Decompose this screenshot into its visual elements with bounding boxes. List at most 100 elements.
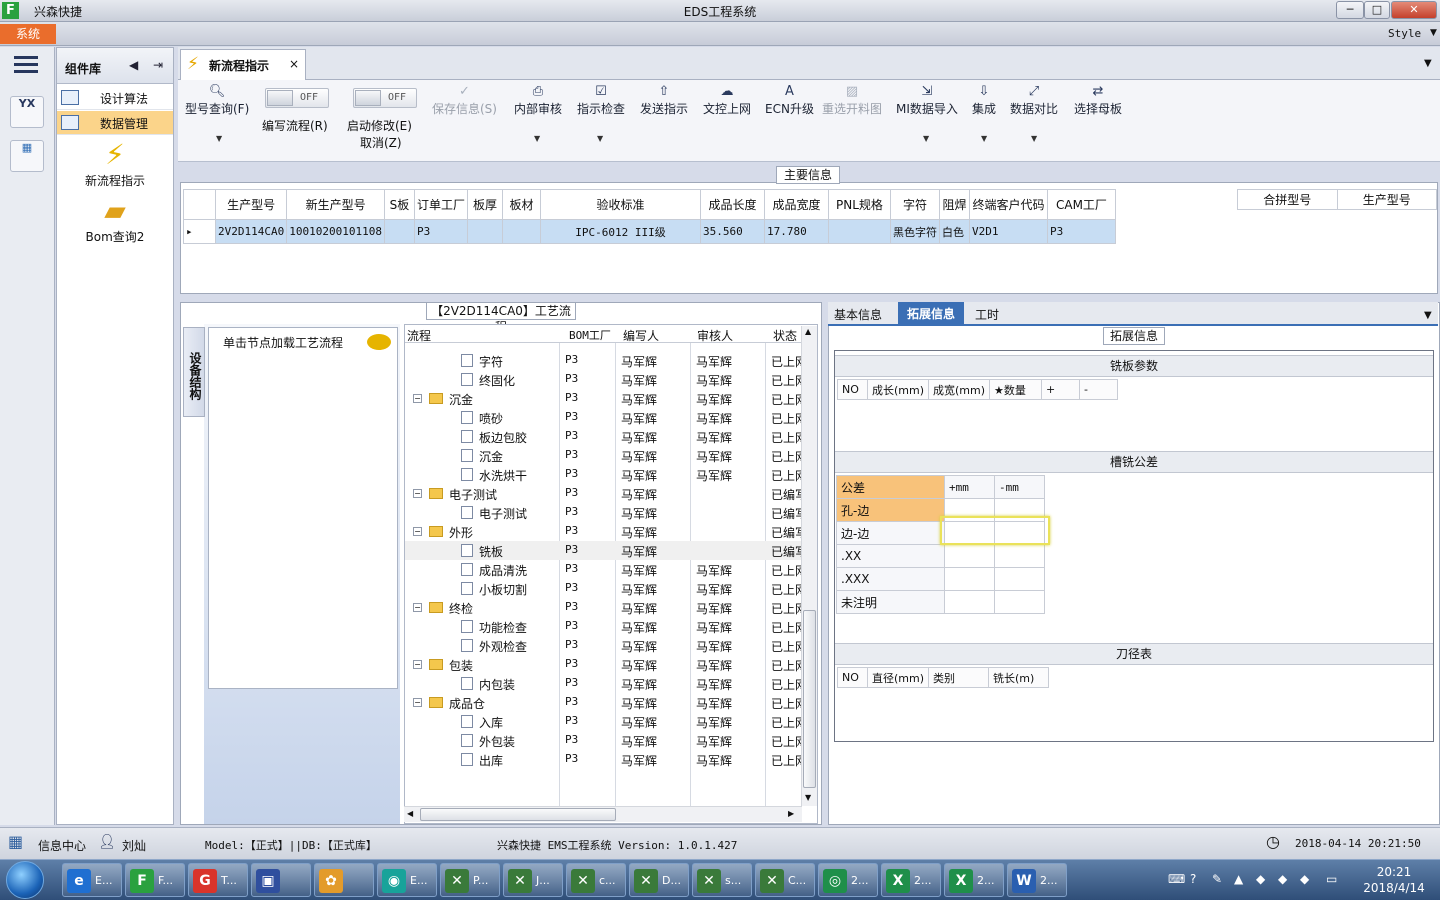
close-window-button[interactable]: ✕	[1391, 1, 1437, 19]
cancel-label[interactable]: 取消(Z)	[360, 134, 402, 151]
table-cell[interactable]: P3	[413, 219, 468, 244]
taskbar-button[interactable]: W 2...	[1007, 863, 1067, 897]
maximize-button[interactable]: □	[1364, 1, 1390, 19]
select-master-button[interactable]: ⇄ 选择母板	[1074, 84, 1122, 117]
table-cell[interactable]: 黑色字符	[889, 219, 940, 244]
hamburger-menu-icon[interactable]	[14, 56, 38, 74]
model-query-button[interactable]: 🔍︎ 型号查询(F)	[185, 84, 249, 117]
process-tree-row[interactable]: 终固化 P3 马军辉 马军辉 已上网	[405, 370, 803, 389]
send-instruction-button[interactable]: ⇧ 发送指示	[640, 84, 688, 117]
save-info-button[interactable]: ✓ 保存信息(S)	[432, 84, 497, 117]
column-header[interactable]: 订单工厂	[413, 189, 468, 220]
taskbar-button[interactable]: ✕ C...	[755, 863, 815, 897]
mi-import-button[interactable]: ⇲ MI数据导入	[896, 84, 958, 117]
plus-tolerance-cell[interactable]	[944, 590, 995, 614]
taskbar-button[interactable]: F F...	[125, 863, 185, 897]
taskbar-button[interactable]: ✕ J...	[503, 863, 563, 897]
minimize-button[interactable]: ─	[1336, 1, 1364, 19]
table-cell[interactable]: IPC-6012 III级	[539, 219, 701, 244]
taskbar-button[interactable]: ✕ P...	[440, 863, 500, 897]
column-header[interactable]: 直径(mm)	[866, 667, 930, 688]
scroll-right-icon[interactable]: ▶	[788, 809, 794, 818]
taskbar-button[interactable]: X 2...	[944, 863, 1004, 897]
tab-equipment-structure[interactable]: 设备结构	[183, 327, 205, 417]
process-tree-row[interactable]: 外观检查 P3 马军辉 马军辉 已上网	[405, 636, 803, 655]
remove-row-button[interactable]: -	[1079, 379, 1119, 400]
collapse-node-icon[interactable]: −	[413, 698, 422, 707]
column-header[interactable]: S板	[383, 189, 415, 220]
collapse-node-icon[interactable]: −	[413, 394, 422, 403]
ecn-upgrade-button[interactable]: A ECN升级	[765, 84, 814, 117]
table-cell[interactable]	[501, 219, 541, 244]
taskbar-button[interactable]: ◉ E...	[377, 863, 437, 897]
table-row[interactable]: ▸ 2V2D114CA0 10010200101108 P3 IPC-6012 …	[183, 219, 1116, 244]
integrate-button[interactable]: ⇩ 集成	[972, 84, 996, 117]
pin-icon[interactable]: ⇥	[153, 58, 163, 72]
model-query-dropdown-icon[interactable]: ▼	[216, 134, 222, 143]
table-cell[interactable]: 2V2D114CA0	[214, 219, 288, 244]
tab-work-hours[interactable]: 工时	[975, 306, 999, 323]
taskbar-button[interactable]: ◎ 2...	[818, 863, 878, 897]
column-header[interactable]: 成品长度	[699, 189, 765, 220]
process-tree-row[interactable]: 板边包胶 P3 马军辉 马军辉 已上网	[405, 427, 803, 446]
info-center-link[interactable]: 信息中心	[38, 837, 86, 854]
process-tree-row[interactable]: 内包装 P3 马军辉 马军辉 已上网	[405, 674, 803, 693]
column-header[interactable]: 合拼型号	[1237, 189, 1338, 210]
help-icon[interactable]: ?	[1190, 872, 1196, 886]
mi-import-dropdown-icon[interactable]: ▼	[923, 134, 929, 143]
column-header[interactable]: 字符	[889, 189, 940, 220]
column-header[interactable]: PNL规格	[827, 189, 891, 220]
app-tray-icon[interactable]: ◆	[1300, 872, 1309, 886]
collapse-node-icon[interactable]: −	[413, 489, 422, 498]
column-header[interactable]: NO	[837, 379, 868, 400]
plus-tolerance-cell[interactable]	[944, 567, 995, 591]
table-cell[interactable]	[466, 219, 503, 244]
component-item-data-management[interactable]: 数据管理	[57, 111, 173, 135]
process-tree-row[interactable]: − 沉金 P3 马军辉 马军辉 已上网	[405, 389, 803, 408]
table-cell[interactable]: 17.780	[763, 219, 829, 244]
doc-upload-button[interactable]: ☁ 文控上网	[703, 84, 751, 117]
column-header[interactable]: 板材	[501, 189, 541, 220]
taskbar-button[interactable]: ✿	[314, 863, 374, 897]
process-tree-row[interactable]: − 电子测试 P3 马军辉 已编写	[405, 484, 803, 503]
process-tree-row[interactable]: 字符 P3 马军辉 马军辉 已上网	[405, 351, 803, 370]
tab-basic-info[interactable]: 基本信息	[834, 306, 882, 323]
process-tree-row[interactable]: 成品清洗 P3 马军辉 马军辉 已上网	[405, 560, 803, 579]
column-header[interactable]: 板厚	[466, 189, 503, 220]
enable-edit-toggle[interactable]: OFF	[353, 88, 417, 108]
table-cell[interactable]	[827, 219, 891, 244]
process-tree-row[interactable]: 外包装 P3 马军辉 马军辉 已上网	[405, 731, 803, 750]
process-tree-row[interactable]: 铣板 P3 马军辉 已编写	[405, 541, 803, 560]
column-header[interactable]: 状态	[773, 327, 797, 344]
process-tree-row[interactable]: 出库 P3 马军辉 马军辉 已上网	[405, 750, 803, 769]
new-process-tool[interactable]: ⚡ 新流程指示	[57, 138, 173, 189]
taskbar-button[interactable]: ✕ D...	[629, 863, 689, 897]
process-tree-row[interactable]: − 包装 P3 马军辉 马军辉 已上网	[405, 655, 803, 674]
process-tree-row[interactable]: 电子测试 P3 马军辉 已编写	[405, 503, 803, 522]
internal-review-button[interactable]: ⎙ 内部审核	[514, 84, 562, 117]
column-header[interactable]: 铣长(m)	[988, 667, 1050, 688]
factory-module-icon[interactable]: YX	[10, 96, 44, 128]
tab-list-dropdown-icon[interactable]: ▼	[1424, 58, 1432, 69]
vertical-scroll-thumb[interactable]	[803, 610, 816, 788]
column-header[interactable]: 验收标准	[539, 189, 701, 220]
column-header[interactable]: BOM工厂	[569, 327, 611, 343]
column-header[interactable]: 终端客户代码	[968, 189, 1048, 220]
tab-extended-info[interactable]: 拓展信息	[898, 302, 964, 326]
process-tree-row[interactable]: 喷砂 P3 马军辉 马军辉 已上网	[405, 408, 803, 427]
process-tree-row[interactable]: − 终检 P3 马军辉 马军辉 已上网	[405, 598, 803, 617]
column-header[interactable]: 生产型号	[214, 189, 288, 220]
component-item-design-algorithm[interactable]: 设计算法	[57, 86, 173, 110]
process-tree-row[interactable]: 功能检查 P3 马军辉 马军辉 已上网	[405, 617, 803, 636]
internal-review-dropdown-icon[interactable]: ▼	[534, 134, 540, 143]
write-flow-toggle[interactable]: OFF	[265, 88, 329, 108]
minus-tolerance-cell[interactable]	[994, 544, 1045, 568]
column-header[interactable]: 成宽(mm)	[928, 379, 991, 400]
grid-icon[interactable]: ▦	[8, 832, 23, 851]
app-tray-icon[interactable]: ◆	[1278, 872, 1287, 886]
data-compare-button[interactable]: ⤢ 数据对比	[1010, 84, 1058, 117]
taskbar-button[interactable]: X 2...	[881, 863, 941, 897]
reselect-material-button[interactable]: ▨ 重选开料图	[822, 84, 882, 117]
column-header[interactable]: 生产型号	[1336, 189, 1437, 210]
minus-tolerance-cell[interactable]	[994, 567, 1045, 591]
